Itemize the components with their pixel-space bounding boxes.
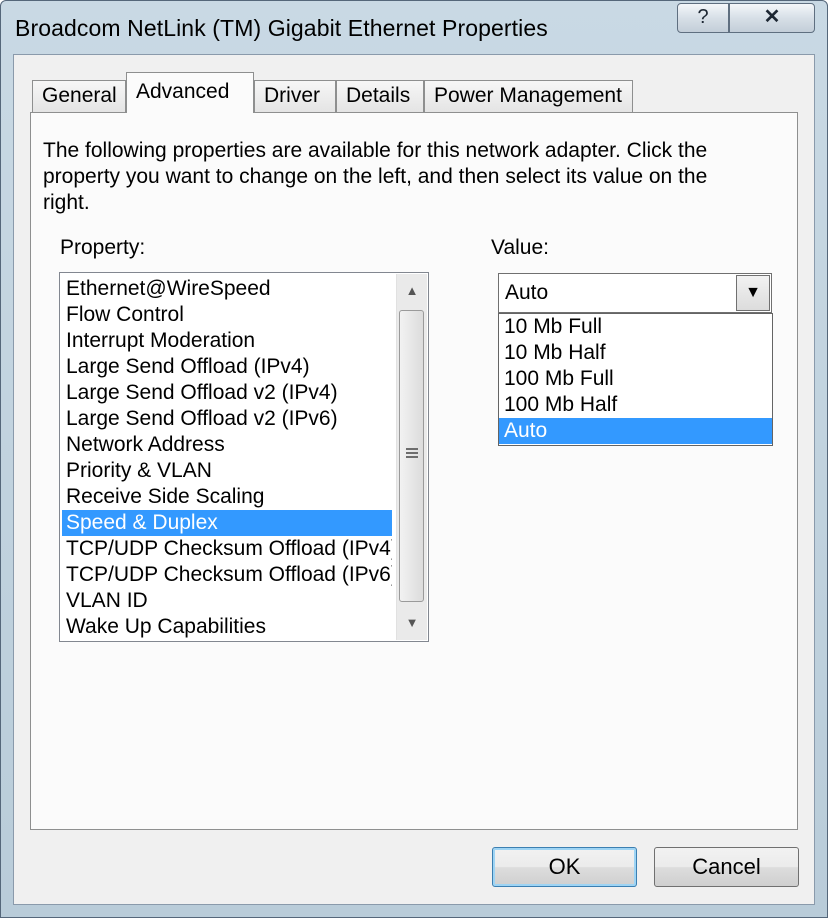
vertical-scrollbar[interactable]: ▲ ▼ xyxy=(396,274,427,640)
property-list-item[interactable]: Large Send Offload (IPv4) xyxy=(62,354,392,380)
property-list-item[interactable]: Speed & Duplex xyxy=(62,510,392,536)
property-list-item[interactable]: Receive Side Scaling xyxy=(62,484,392,510)
scroll-up-arrow-icon[interactable]: ▲ xyxy=(397,274,427,308)
title-bar[interactable]: Broadcom NetLink (TM) Gigabit Ethernet P… xyxy=(1,1,827,53)
value-option[interactable]: 10 Mb Full xyxy=(499,314,772,340)
property-listbox[interactable]: Ethernet@WireSpeed Flow Control Interrupt … xyxy=(59,272,429,642)
scroll-thumb[interactable] xyxy=(399,310,424,602)
property-list-items: Ethernet@WireSpeed Flow Control Interrupt … xyxy=(62,276,392,640)
property-list-item[interactable]: Priority & VLAN xyxy=(62,458,392,484)
tab-driver[interactable]: Driver xyxy=(254,80,336,112)
value-label: Value: xyxy=(491,236,549,259)
help-icon: ? xyxy=(697,6,709,28)
cancel-button[interactable]: Cancel xyxy=(654,847,799,887)
value-option[interactable]: 10 Mb Half xyxy=(499,340,772,366)
property-list-item[interactable]: Ethernet@WireSpeed xyxy=(62,276,392,302)
close-button[interactable]: ✕ xyxy=(729,3,815,33)
chevron-down-icon: ▼ xyxy=(745,284,761,301)
dialog-body: General Advanced Driver Details Power Ma… xyxy=(13,54,815,905)
close-icon: ✕ xyxy=(763,6,781,28)
property-list-item[interactable]: TCP/UDP Checksum Offload (IPv6) xyxy=(62,562,392,588)
property-list-item[interactable]: Flow Control xyxy=(62,302,392,328)
scroll-down-arrow-icon[interactable]: ▼ xyxy=(397,606,427,640)
value-combobox[interactable]: Auto ▼ xyxy=(498,273,772,313)
value-option[interactable]: 100 Mb Full xyxy=(499,366,772,392)
property-list-item[interactable]: TCP/UDP Checksum Offload (IPv4) xyxy=(62,536,392,562)
properties-dialog: Broadcom NetLink (TM) Gigabit Ethernet P… xyxy=(0,0,828,918)
property-list-item[interactable]: Large Send Offload v2 (IPv6) xyxy=(62,406,392,432)
tab-power-management[interactable]: Power Management xyxy=(424,80,633,112)
help-button[interactable]: ? xyxy=(677,3,729,33)
description-text: The following properties are available f… xyxy=(43,139,708,214)
property-list-item[interactable]: Large Send Offload v2 (IPv4) xyxy=(62,380,392,406)
property-list-item[interactable]: Interrupt Moderation xyxy=(62,328,392,354)
tab-advanced[interactable]: Advanced xyxy=(126,72,254,113)
value-option[interactable]: Auto xyxy=(499,418,772,444)
property-list-item[interactable]: Network Address xyxy=(62,432,392,458)
grip-icon xyxy=(406,448,418,460)
tab-details[interactable]: Details xyxy=(336,80,424,112)
dropdown-arrow-button[interactable]: ▼ xyxy=(736,275,770,311)
value-dropdown-list: 10 Mb Full 10 Mb Half 100 Mb Full 100 Mb Ha… xyxy=(498,313,773,446)
ok-button[interactable]: OK xyxy=(492,847,637,887)
window-title: Broadcom NetLink (TM) Gigabit Ethernet P… xyxy=(15,15,548,41)
tab-general[interactable]: General xyxy=(32,80,126,112)
property-list-item[interactable]: VLAN ID xyxy=(62,588,392,614)
value-option[interactable]: 100 Mb Half xyxy=(499,392,772,418)
combobox-selected-value: Auto xyxy=(505,281,549,304)
property-label: Property: xyxy=(60,236,146,259)
property-list-item[interactable]: Wake Up Capabilities xyxy=(62,614,392,640)
